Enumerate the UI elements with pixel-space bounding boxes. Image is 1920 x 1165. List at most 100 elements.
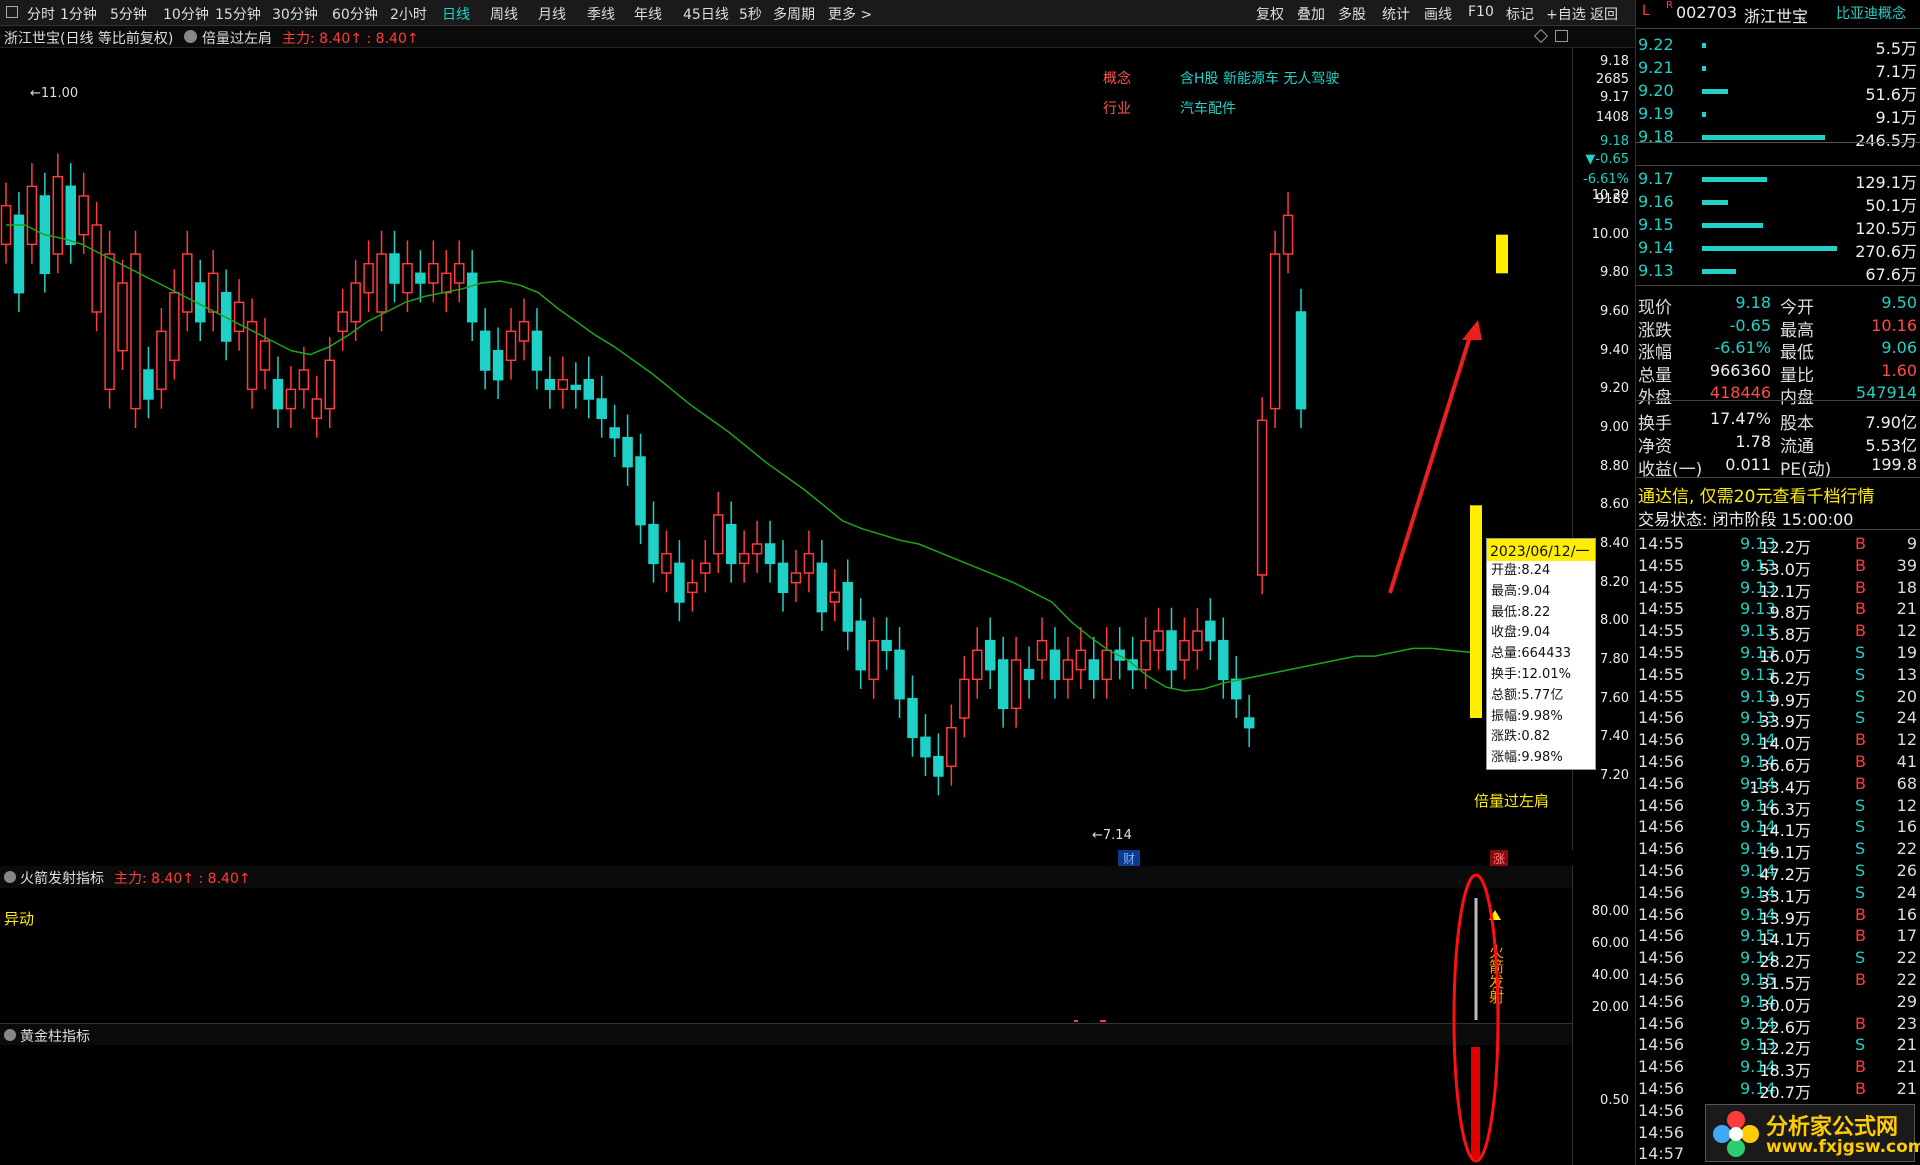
candle-body[interactable]	[946, 726, 957, 768]
candle-body[interactable]	[285, 388, 297, 410]
candle-body[interactable]	[881, 639, 892, 652]
candle-body[interactable]	[492, 349, 504, 381]
period-tab[interactable]: 月线	[538, 4, 566, 24]
period-tab[interactable]: 5分钟	[110, 4, 147, 24]
ask-row[interactable]: 9.22 5.5万	[1636, 34, 1920, 58]
candle-body[interactable]	[65, 185, 76, 246]
candle-body[interactable]	[764, 543, 776, 565]
indicator2-name[interactable]: 黄金柱指标	[20, 1026, 90, 1046]
candle-body[interactable]	[363, 262, 374, 294]
candle-body[interactable]	[1062, 659, 1074, 681]
candle-body[interactable]	[777, 562, 789, 594]
candle-body[interactable]	[1140, 639, 1151, 671]
candle-body[interactable]	[790, 572, 802, 584]
candle-body[interactable]	[544, 378, 556, 391]
l-tag[interactable]: L	[1642, 3, 1650, 19]
candle-body[interactable]	[78, 195, 89, 236]
ask-row[interactable]: 9.21 7.1万	[1636, 57, 1920, 81]
toolbar-button[interactable]: F10	[1468, 4, 1494, 20]
candle-body[interactable]	[648, 523, 659, 565]
promo-row[interactable]: 通达信, 仅需20元查看千档行情	[1636, 481, 1920, 507]
candle-body[interactable]	[441, 272, 452, 294]
rise-tag[interactable]: 涨	[1490, 850, 1508, 866]
candle-body[interactable]	[130, 253, 141, 410]
candle-body[interactable]	[207, 272, 219, 313]
candle-body[interactable]	[829, 591, 841, 603]
ask-row[interactable]: 9.18 246.5万	[1636, 126, 1920, 150]
indicator1-name[interactable]: 火箭发射指标	[20, 868, 104, 888]
candle-body[interactable]	[1282, 214, 1294, 255]
window-icon[interactable]	[1555, 30, 1568, 42]
candle-body[interactable]	[842, 581, 853, 632]
candle-body[interactable]	[920, 736, 931, 758]
promo-text[interactable]: 通达信, 仅需20元查看千档行情	[1638, 482, 1874, 507]
candle-body[interactable]	[1153, 630, 1164, 652]
candle-body[interactable]	[91, 224, 102, 313]
period-tab[interactable]: 周线	[490, 4, 518, 24]
candle-body[interactable]	[972, 649, 983, 681]
candle-body[interactable]	[1269, 253, 1281, 410]
candle-body[interactable]	[1036, 639, 1048, 661]
period-tab[interactable]: 15分钟	[215, 4, 261, 24]
candle-body[interactable]	[816, 562, 828, 613]
r-tag[interactable]: R	[1666, 0, 1673, 11]
period-tab[interactable]: 年线	[634, 4, 662, 24]
panel-toggle-icon[interactable]	[6, 6, 18, 18]
candle-body[interactable]	[402, 262, 413, 294]
gold-column-panel[interactable]	[0, 1045, 1572, 1165]
candle-body[interactable]	[635, 456, 646, 526]
candle-body[interactable]	[803, 552, 815, 574]
candle-body[interactable]	[13, 214, 25, 294]
candle-body[interactable]	[350, 282, 361, 323]
candle-body[interactable]	[182, 253, 193, 313]
period-tab[interactable]: 1分钟	[60, 4, 97, 24]
candle-body[interactable]	[894, 649, 905, 700]
bid-row[interactable]: 9.15 120.5万	[1636, 214, 1920, 238]
candle-body[interactable]	[26, 185, 38, 246]
period-tab[interactable]: 5秒	[739, 4, 762, 24]
period-tab[interactable]: 45日线	[683, 4, 729, 24]
concept-tag[interactable]: 比亚迪概念	[1836, 3, 1906, 23]
candle-body[interactable]	[557, 378, 569, 391]
candle-body[interactable]	[1218, 639, 1229, 681]
period-tab[interactable]: 多周期	[773, 4, 815, 24]
period-tab[interactable]: 更多 >	[828, 4, 872, 24]
candle-body[interactable]	[1088, 659, 1100, 681]
candle-body[interactable]	[984, 639, 996, 671]
toolbar-button[interactable]: 画线	[1424, 4, 1452, 24]
bid-row[interactable]: 9.17 129.1万	[1636, 168, 1920, 192]
candle-body[interactable]	[868, 639, 879, 681]
candle-body[interactable]	[466, 272, 478, 323]
candle-body[interactable]	[518, 320, 530, 342]
candle-body[interactable]	[907, 697, 918, 739]
candle-body[interactable]	[272, 378, 284, 410]
candle-body[interactable]	[117, 282, 128, 352]
finance-tag[interactable]: 财	[1118, 850, 1140, 866]
period-tab[interactable]: 60分钟	[332, 4, 378, 24]
candle-body[interactable]	[298, 369, 310, 391]
kline-chart[interactable]: 概念 含H股 新能源车 无人驾驶 行业 汽车配件 ←11.00 ←7.14 倍量…	[0, 48, 1572, 850]
candle-body[interactable]	[583, 378, 594, 400]
candle-body[interactable]	[674, 562, 685, 603]
candle-body[interactable]	[1243, 717, 1255, 729]
rocket-indicator-panel[interactable]: 异动 火箭发射	[0, 888, 1572, 1023]
diamond-icon[interactable]	[1533, 28, 1549, 44]
candle-body[interactable]	[751, 543, 763, 555]
candle-body[interactable]	[376, 253, 387, 313]
candle-body[interactable]	[52, 175, 64, 255]
bid-row[interactable]: 9.14 270.6万	[1636, 237, 1920, 261]
candle-body[interactable]	[1231, 678, 1242, 700]
ask-row[interactable]: 9.20 51.6万	[1636, 80, 1920, 104]
period-tab[interactable]: 30分钟	[272, 4, 318, 24]
candle-body[interactable]	[259, 340, 271, 371]
candle-body[interactable]	[1192, 630, 1203, 652]
candle-body[interactable]	[1205, 620, 1216, 642]
ask-row[interactable]: 9.19 9.1万	[1636, 103, 1920, 127]
toolbar-button[interactable]: 返回	[1590, 4, 1618, 24]
candle-body[interactable]	[324, 359, 335, 410]
toolbar-button[interactable]: +自选	[1546, 4, 1586, 24]
indicator-name[interactable]: 倍量过左肩	[202, 28, 272, 48]
candle-body[interactable]	[609, 427, 620, 439]
candle-body[interactable]	[454, 262, 465, 284]
candle-body[interactable]	[156, 330, 167, 391]
